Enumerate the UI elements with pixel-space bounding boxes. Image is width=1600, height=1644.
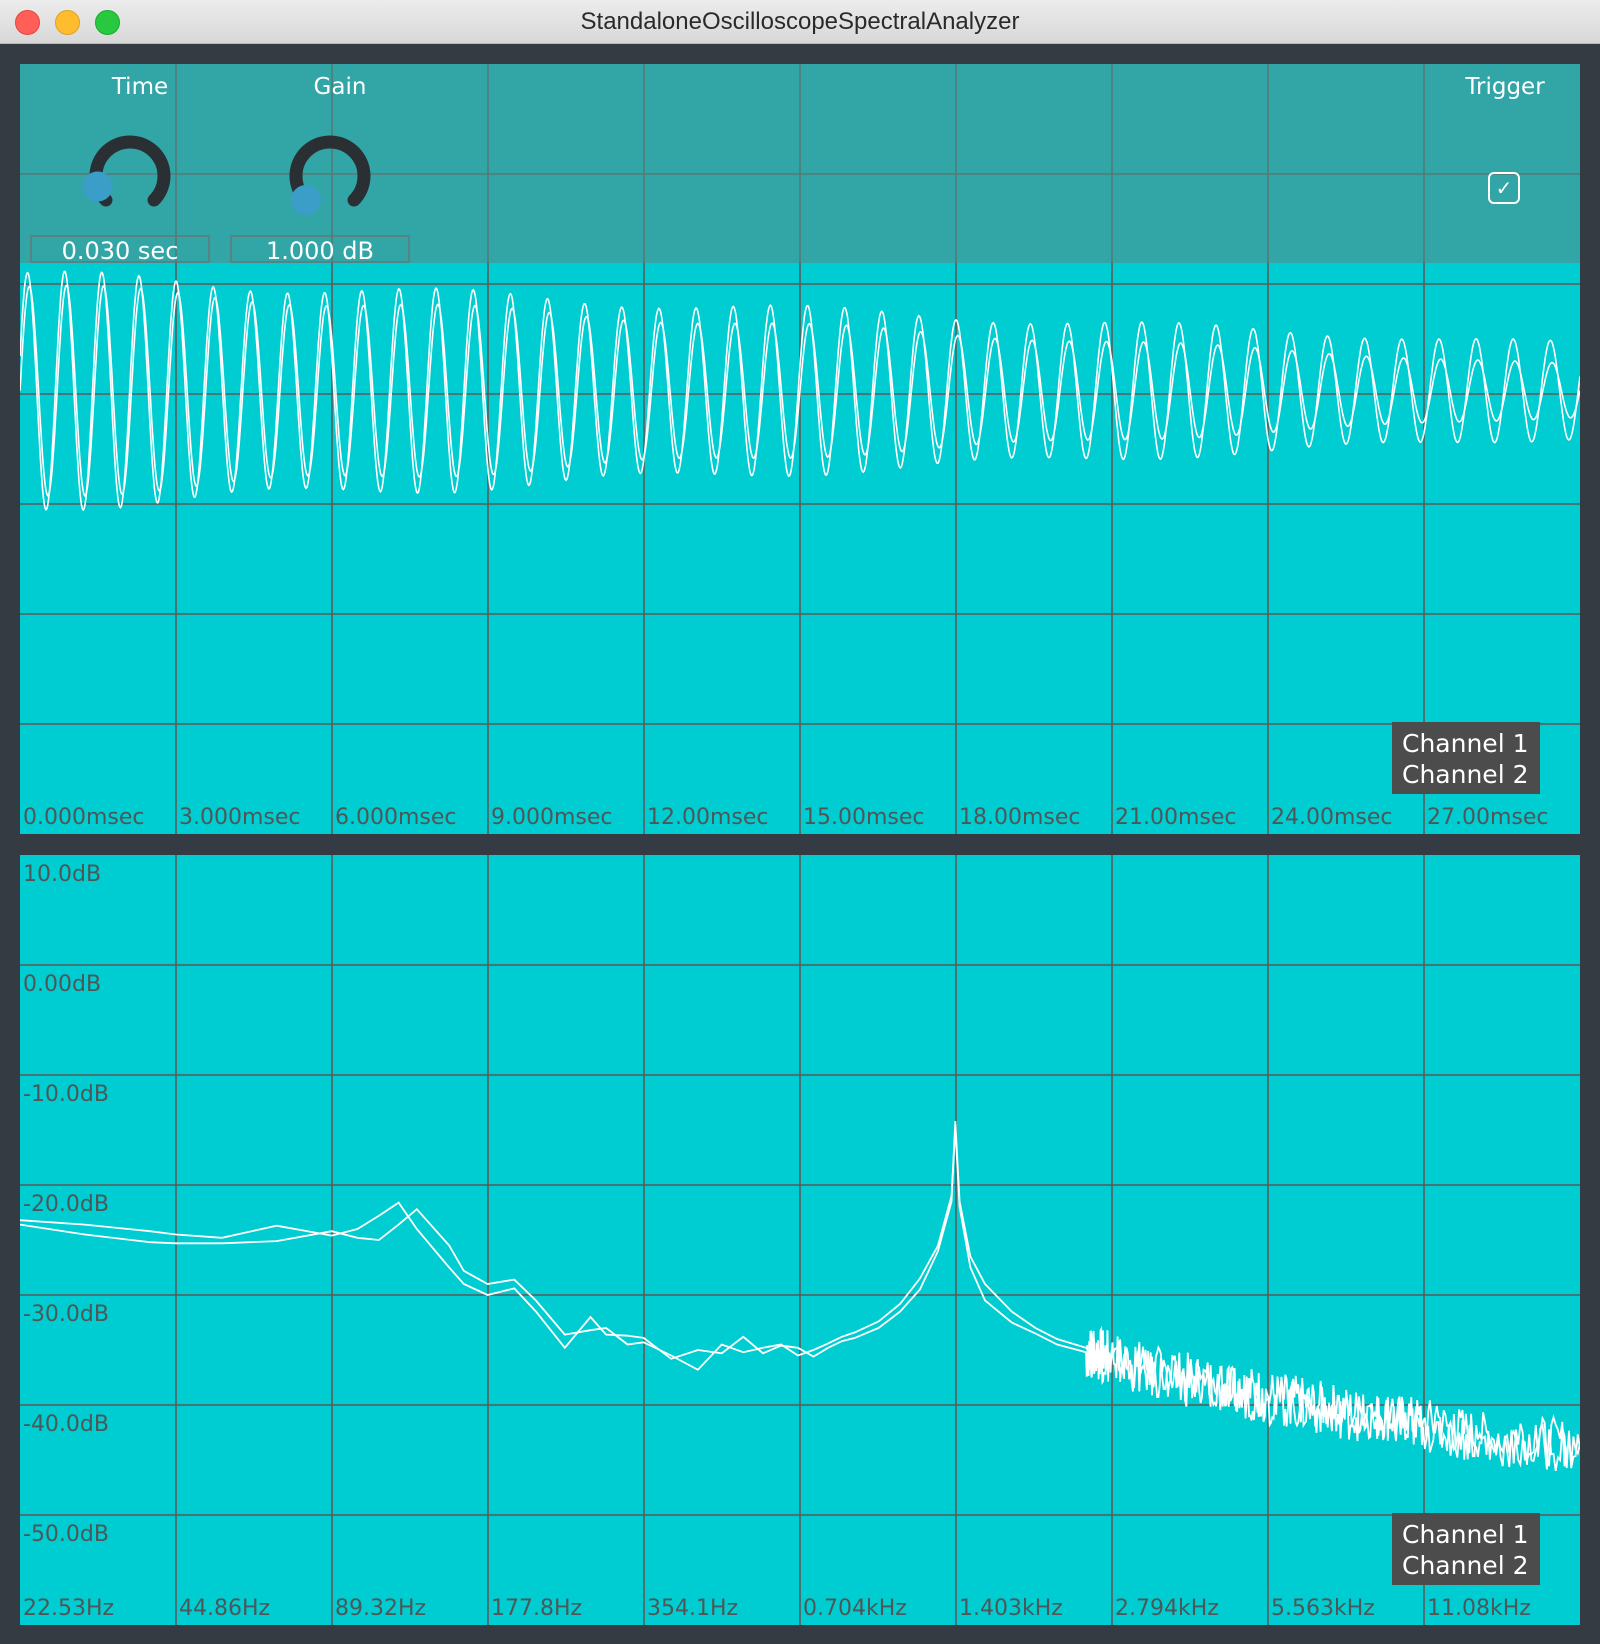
spectrum-plot: [20, 1121, 1580, 1472]
spectrum-y-tick-label: -30.0dB: [23, 1302, 109, 1327]
spectrum-x-tick-label: 22.53Hz: [23, 1596, 115, 1621]
oscilloscope-x-tick-label: 21.00msec: [1115, 805, 1237, 830]
oscilloscope-x-tick-label: 9.000msec: [491, 805, 613, 830]
trigger-checkbox[interactable]: ✓: [1488, 172, 1520, 204]
checkmark-icon: ✓: [1495, 176, 1513, 200]
spectrum-x-tick-label: 354.1Hz: [647, 1596, 739, 1621]
oscilloscope-x-tick-label: 0.000msec: [23, 805, 145, 830]
spectrum-x-tick-label: 44.86Hz: [179, 1596, 271, 1621]
time-value-field[interactable]: 0.030 sec: [30, 235, 210, 265]
legend-channel-1: Channel 1: [1402, 1520, 1529, 1549]
window-titlebar: StandaloneOscilloscopeSpectralAnalyzer: [0, 0, 1600, 44]
oscilloscope-panel: Time 0.030 sec Gain 1.000 dB Trigger ✓ C…: [20, 64, 1580, 834]
legend-channel-2: Channel 2: [1402, 760, 1529, 789]
spectrum-x-tick-label: 0.704kHz: [803, 1596, 907, 1621]
spectrum-x-tick-label: 11.08kHz: [1427, 1596, 1531, 1621]
spectrum-panel: 10.0dB 0.00dB -10.0dB -20.0dB -30.0dB -40.0dB…: [20, 855, 1580, 1625]
spectrum-legend: Channel 1 Channel 2: [1392, 1513, 1540, 1585]
window-title: StandaloneOscilloscopeSpectralAnalyzer: [580, 8, 1020, 35]
gain-knob[interactable]: [280, 126, 380, 226]
spectrum-trace-channel-2: [20, 1127, 1580, 1472]
spectrum-x-tick-label: 2.794kHz: [1115, 1596, 1219, 1621]
oscilloscope-x-tick-label: 12.00msec: [647, 805, 769, 830]
oscilloscope-x-tick-label: 3.000msec: [179, 805, 301, 830]
time-knob[interactable]: [80, 126, 180, 226]
spectrum-x-tick-label: 5.563kHz: [1271, 1596, 1375, 1621]
knob-indicator: [82, 171, 113, 202]
knob-indicator: [290, 185, 321, 216]
legend-channel-2: Channel 2: [1402, 1551, 1529, 1580]
controls-overlay: Time 0.030 sec Gain 1.000 dB Trigger ✓: [20, 64, 1580, 265]
spectrum-x-tick-label: 1.403kHz: [959, 1596, 1063, 1621]
spectrum-y-tick-label: 0.00dB: [23, 972, 102, 997]
time-label: Time: [111, 74, 169, 100]
spectrum-y-tick-label: -50.0dB: [23, 1522, 109, 1547]
legend-channel-1: Channel 1: [1402, 729, 1529, 758]
spectrum-y-tick-label: -40.0dB: [23, 1412, 109, 1437]
oscilloscope-legend: Channel 1 Channel 2: [1392, 722, 1540, 794]
oscilloscope-x-tick-label: 18.00msec: [959, 805, 1081, 830]
spectrum-y-tick-label: -10.0dB: [23, 1082, 109, 1107]
oscilloscope-x-tick-label: 27.00msec: [1427, 805, 1549, 830]
spectrum-y-tick-label: 10.0dB: [23, 862, 102, 887]
spectrum-trace-channel-1: [20, 1121, 1580, 1468]
oscilloscope-x-tick-label: 15.00msec: [803, 805, 925, 830]
oscilloscope-x-tick-label: 6.000msec: [335, 805, 457, 830]
gain-label: Gain: [313, 74, 367, 100]
spectrum-x-tick-label: 177.8Hz: [491, 1596, 583, 1621]
oscilloscope-x-tick-label: 24.00msec: [1271, 805, 1393, 830]
spectrum-y-tick-label: -20.0dB: [23, 1192, 109, 1217]
spectrum-x-tick-label: 89.32Hz: [335, 1596, 427, 1621]
trigger-label: Trigger: [1465, 74, 1545, 100]
gain-value-field[interactable]: 1.000 dB: [230, 235, 410, 265]
